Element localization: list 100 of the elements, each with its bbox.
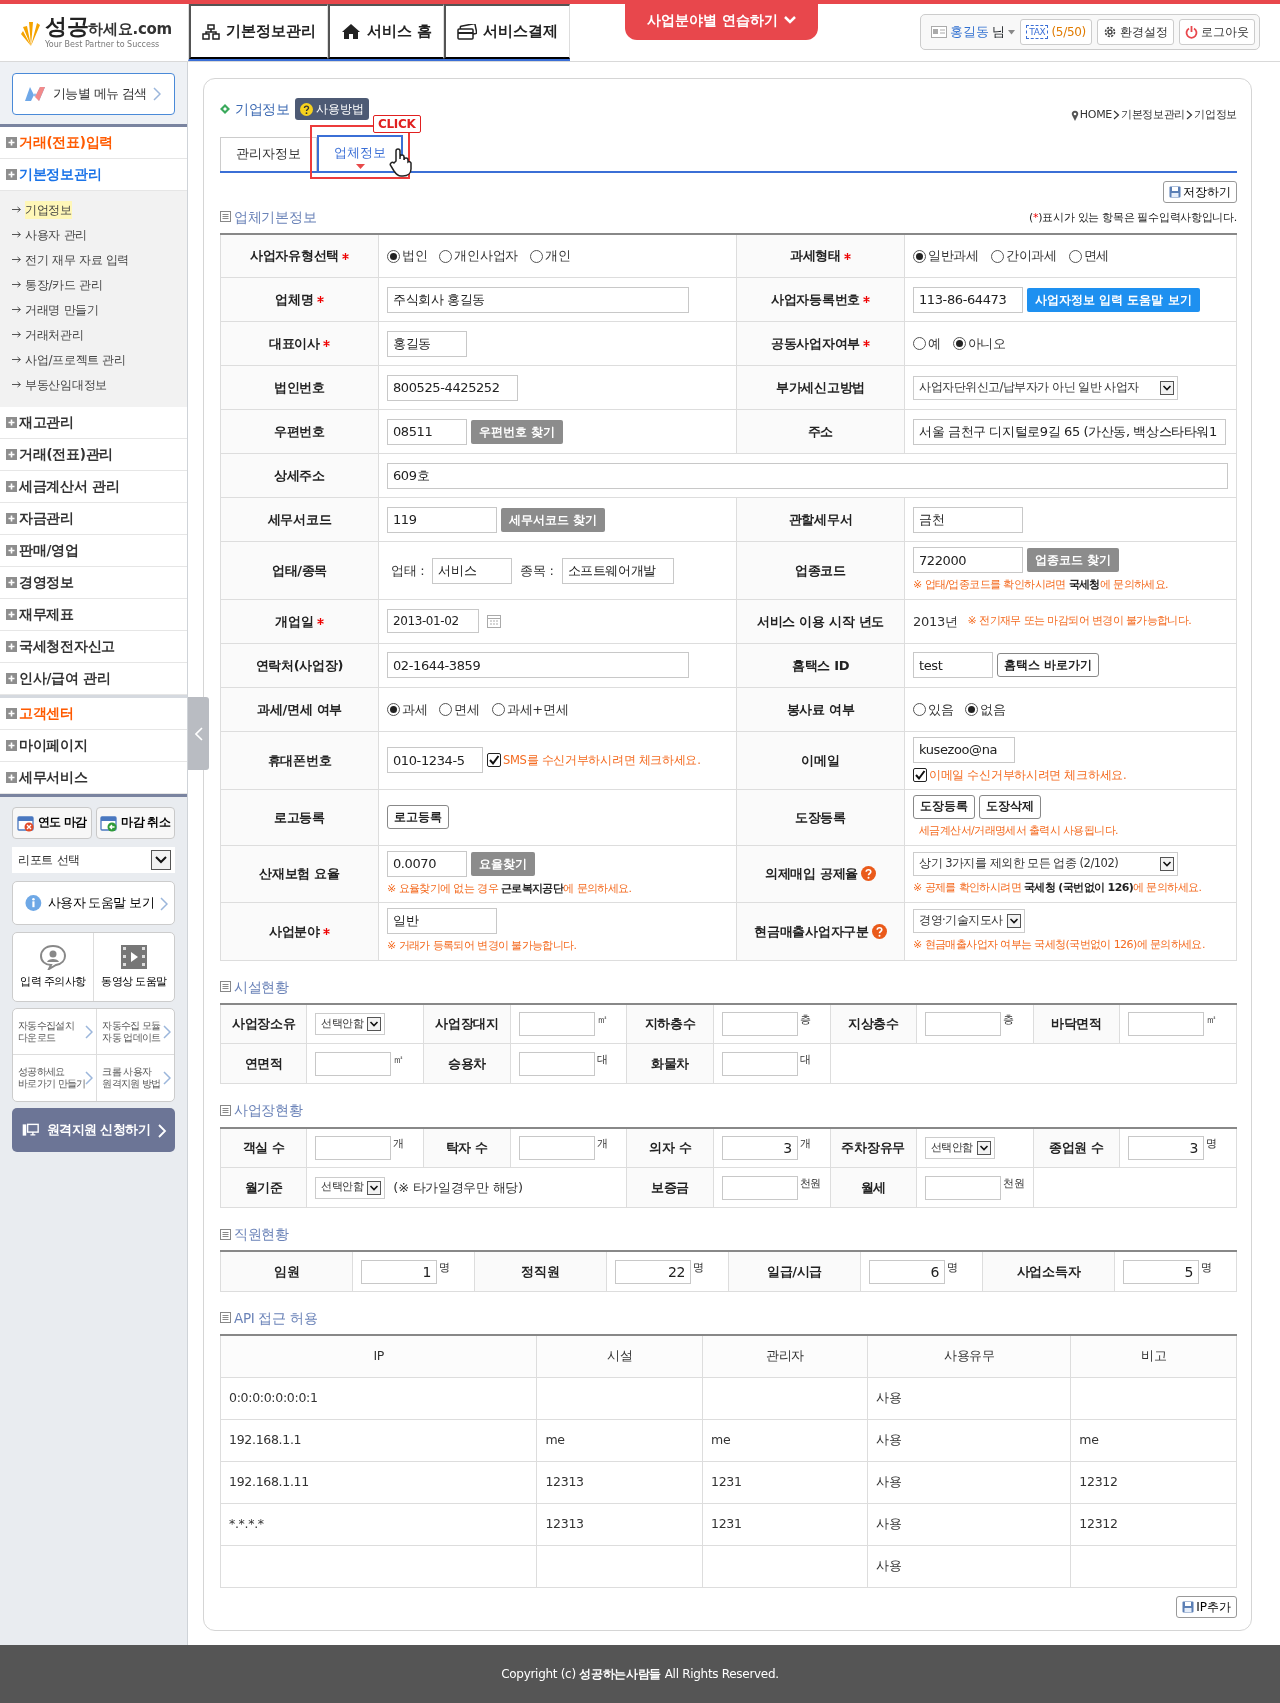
submenu-item[interactable]: 부동산임대정보 (25, 375, 107, 394)
menu-item[interactable]: 재무제표 (0, 599, 187, 631)
text-field[interactable]: 5 (1123, 1259, 1200, 1284)
submenu-item[interactable]: 사용자 관리 (25, 225, 87, 244)
text-field[interactable]: kusezoo@na (913, 736, 1015, 763)
text-field[interactable]: test (913, 652, 993, 679)
remote-support-button[interactable]: 원격지원 신청하기 (12, 1108, 175, 1152)
radio-label[interactable]: 일반과세 (928, 246, 979, 266)
save-button[interactable]: 저장하기 (1163, 180, 1237, 203)
help-tile[interactable]: 동영상 도움말 (93, 933, 174, 1001)
radio-label[interactable]: 법인 (402, 246, 428, 266)
action-button[interactable]: 도장등록 (913, 795, 975, 819)
radio-label[interactable]: 간이과세 (1005, 246, 1057, 266)
column-header: 사용유무 (867, 1335, 1071, 1377)
field-label: 보증금 (651, 1178, 690, 1197)
radio-label[interactable]: 개인 (544, 246, 571, 266)
close-button[interactable]: 마감 취소 (95, 807, 175, 839)
radio-label[interactable]: 면세 (454, 699, 480, 719)
text-field[interactable]: 홍길동 (387, 330, 467, 357)
logo-domain[interactable]: 하세요.com (88, 18, 172, 41)
settings-button[interactable]: 환경설정 (1097, 19, 1174, 45)
radio-label[interactable]: 면세 (1083, 246, 1110, 266)
text-field[interactable]: 금천 (913, 506, 1023, 533)
menu-item[interactable]: 세무서비스 (0, 762, 187, 794)
tab[interactable]: 관리자정보 (220, 136, 317, 171)
action-button[interactable]: 홈택스 바로가기 (997, 653, 1099, 678)
click-callout: CLICK (373, 114, 421, 133)
submenu-item[interactable]: 전기 재무 자료 입력 (25, 250, 130, 269)
dropdown[interactable]: 선택안함 (924, 1136, 995, 1159)
text-field[interactable]: 주식회사 홍길동 (387, 286, 689, 313)
field-label: 법인번호 (274, 379, 325, 397)
usage-guide-button[interactable]: 사용방법 (294, 98, 369, 121)
menu-item[interactable]: 판매/영업 (0, 535, 187, 567)
radio-label[interactable]: 과세 (402, 699, 428, 719)
nav-tab[interactable]: 기본정보관리 (189, 4, 328, 59)
radio-label[interactable]: 없음 (980, 699, 1006, 719)
text-field[interactable]: 소프트웨어개발 (561, 557, 674, 584)
field-label: 관할세무서 (788, 511, 853, 529)
text-field[interactable]: 800525-4425252 (387, 374, 518, 401)
text-field[interactable]: 1 (361, 1259, 438, 1284)
nav-tab[interactable]: 서비스 홈 (328, 4, 445, 59)
logout-button[interactable]: 로그아웃 (1179, 19, 1255, 45)
text-field[interactable]: 2013-01-02 (387, 609, 479, 634)
text-field[interactable]: 010-1234-5 (387, 747, 483, 774)
text-field[interactable]: 119 (387, 506, 497, 533)
close-button[interactable]: 연도 마감 (12, 807, 92, 839)
radio-label[interactable]: 예 (928, 334, 941, 354)
text-field[interactable]: 3 (1128, 1135, 1205, 1160)
text-field[interactable]: 0.0070 (387, 850, 467, 877)
sidebar-link[interactable]: 크롬 사용자 원격지원 방법 (97, 1055, 174, 1101)
menu-item[interactable]: 마이페이지 (0, 730, 187, 762)
help-button[interactable]: 사용자 도움말 보기 (12, 881, 175, 925)
text-field[interactable]: 서울 금천구 디지털로9길 65 (가산동, 백상스타타워1 (913, 418, 1226, 445)
menu-search-button[interactable]: 기능별 메뉴 검색 (12, 73, 175, 115)
menu-item[interactable]: 거래(전표)관리 (0, 439, 187, 471)
logo-text[interactable]: 성공 (45, 16, 89, 39)
submenu-item[interactable]: 기업정보 (25, 200, 72, 219)
text-field[interactable]: 02-1644-3859 (387, 652, 689, 679)
dropdown[interactable]: 경영·기술지도사 (913, 909, 1025, 933)
submenu-item[interactable]: 거래처관리 (25, 325, 84, 344)
text-field[interactable]: 서비스 (432, 557, 513, 584)
radio-label[interactable]: 아니오 (967, 334, 1006, 354)
text-field[interactable]: 609호 (387, 462, 1228, 489)
text-field[interactable]: 6 (869, 1259, 946, 1284)
user-menu[interactable]: 홍길동 님 (931, 22, 1016, 42)
action-button[interactable]: 로고등록 (387, 805, 449, 830)
submenu-item[interactable]: 사업/프로젝트 관리 (25, 350, 126, 369)
radio-label[interactable]: 과세+면세 (506, 699, 569, 719)
text-field[interactable]: 22 (615, 1259, 692, 1284)
sidebar-link[interactable]: 자동수집 모듈 자동 업데이트 (97, 1009, 174, 1055)
text-field[interactable]: 722000 (913, 547, 1023, 574)
radio-label[interactable]: 개인사업자 (454, 246, 518, 266)
text-field[interactable]: 113-86-64473 (913, 286, 1023, 313)
menu-item[interactable]: 국세청전자신고 (0, 631, 187, 663)
text-field[interactable]: 08511 (387, 418, 467, 445)
text-field[interactable]: 3 (721, 1135, 798, 1160)
breadcrumb-item[interactable]: HOME (1079, 107, 1112, 124)
radio-label[interactable]: 있음 (928, 699, 954, 719)
help-tile[interactable]: 입력 주의사항 (13, 933, 93, 1001)
menu-item[interactable]: 자금관리 (0, 503, 187, 535)
report-dropdown[interactable]: 리포트 선택 (12, 847, 175, 873)
add-ip-button[interactable]: IP추가 (1176, 1595, 1237, 1618)
dropdown[interactable]: 선택안함 (315, 1013, 386, 1035)
dropdown[interactable]: 상기 3가지를 제외한 모든 업종 (2/102) (913, 851, 1178, 876)
submenu-item[interactable]: 통장/카드 관리 (25, 275, 103, 294)
breadcrumb-item[interactable]: 기본정보관리 (1121, 107, 1186, 124)
action-button[interactable]: 도장삭제 (979, 795, 1041, 819)
submenu-item[interactable]: 거래명 만들기 (25, 300, 99, 319)
text-field[interactable]: 일반 (387, 908, 497, 934)
sidebar-link[interactable]: 자동수집설치 다운로드 (13, 1009, 98, 1055)
menu-item[interactable]: 경영정보 (0, 567, 187, 599)
nav-tab[interactable]: 서비스결제 (444, 4, 571, 59)
table-cell: 192.168.1.1 (220, 1419, 537, 1461)
menu-item[interactable]: 세금계산서 관리 (0, 471, 187, 503)
dropdown[interactable]: 사업자단위신고/납부자가 아닌 일반 사업자 (913, 375, 1178, 400)
required-note: (*)표시가 있는 항목은 필수입력사항입니다. (1029, 210, 1237, 227)
sidebar-link[interactable]: 성공하세요 바로가기 만들기 (13, 1055, 98, 1101)
menu-item[interactable]: 재고관리 (0, 407, 187, 439)
field-label: 로고등록 (274, 808, 325, 827)
dropdown[interactable]: 선택안함 (315, 1176, 386, 1199)
